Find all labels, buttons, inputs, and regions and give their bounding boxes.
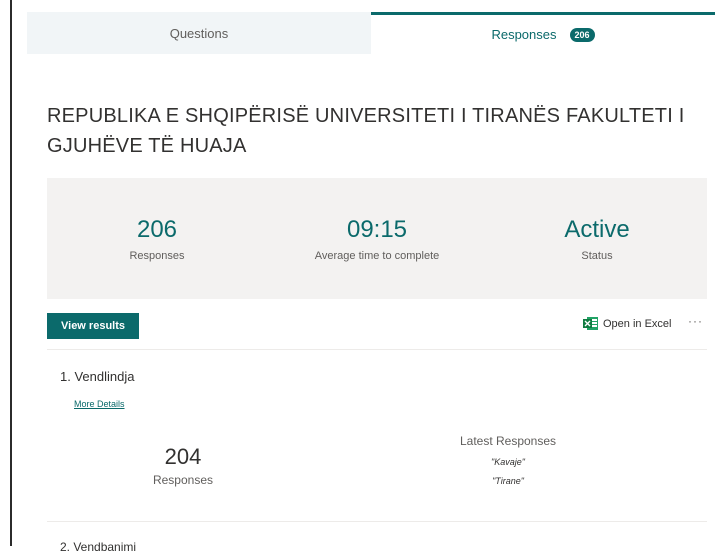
responses-count-badge: 206 — [569, 27, 595, 42]
tab-questions-label: Questions — [169, 25, 229, 41]
more-details-link[interactable]: More Details — [74, 399, 125, 409]
question-response-count-value: 204 — [164, 444, 202, 469]
stat-average-time: 09:15 Average time to complete — [267, 178, 487, 299]
stat-responses: 206 Responses — [47, 178, 267, 299]
window-frame-top — [12, 0, 723, 12]
stat-status: Active Status — [487, 178, 707, 299]
latest-response-item: "Kavaje" — [491, 457, 525, 467]
more-options-icon[interactable]: ··· — [688, 314, 703, 328]
stat-responses-value: 206 — [136, 216, 178, 243]
question-title: 2. Vendbanimi — [60, 540, 137, 554]
question-response-count: 204 Responses — [123, 444, 243, 487]
tab-responses-label: Responses — [491, 27, 557, 42]
excel-icon — [583, 317, 598, 330]
stat-average-time-label: Average time to complete — [314, 250, 440, 262]
latest-response-item: "Tirane" — [492, 476, 524, 486]
open-in-excel-label: Open in Excel — [603, 317, 672, 330]
divider — [47, 521, 707, 522]
open-in-excel-button[interactable]: Open in Excel — [583, 317, 671, 330]
divider — [47, 349, 707, 350]
tab-responses[interactable]: Responses 206 — [371, 12, 715, 54]
stat-responses-label: Responses — [129, 250, 185, 262]
window-frame-right — [715, 12, 723, 546]
stat-average-time-value: 09:15 — [346, 216, 408, 243]
latest-responses: Latest Responses "Kavaje" "Tirane" — [438, 434, 578, 486]
window-frame-left — [0, 0, 12, 546]
tab-questions[interactable]: Questions — [27, 12, 371, 54]
form-title: REPUBLIKA E SHQIPËRISË UNIVERSITETI I TI… — [47, 105, 685, 157]
tab-bar: Questions Responses 206 — [27, 12, 715, 54]
stat-status-value: Active — [564, 216, 630, 243]
question-title: 1. Vendlindja — [60, 369, 135, 384]
stat-status-label: Status — [581, 250, 613, 262]
question-response-count-label: Responses — [152, 473, 214, 487]
summary-stats-panel: 206 Responses 09:15 Average time to comp… — [47, 178, 707, 299]
view-results-button[interactable]: View results — [47, 313, 139, 339]
latest-responses-header: Latest Responses — [459, 434, 557, 448]
